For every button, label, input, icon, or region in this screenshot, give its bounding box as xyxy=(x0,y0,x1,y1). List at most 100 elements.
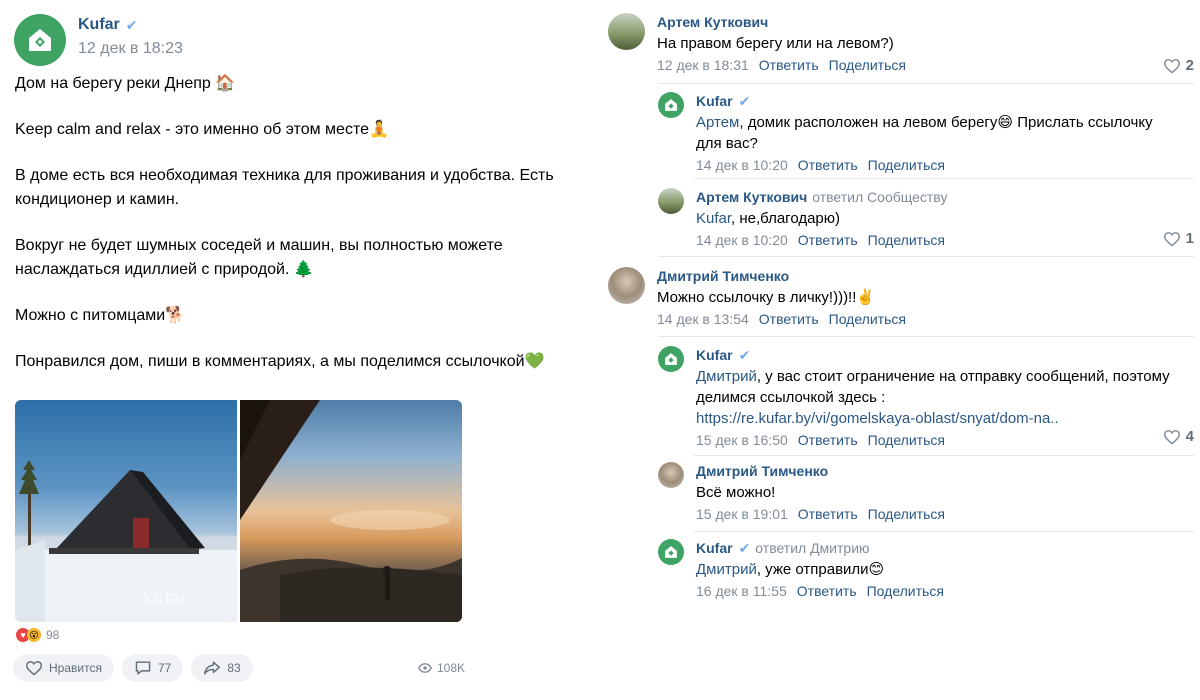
comment-likes-count: 2 xyxy=(1185,57,1194,74)
comment-divider xyxy=(694,455,1194,456)
post-date[interactable]: 12 дек в 18:23 xyxy=(78,40,183,58)
comment-divider xyxy=(658,256,1194,257)
comment-author[interactable]: Дмитрий Тимченко xyxy=(657,267,789,285)
share-link[interactable]: Поделиться xyxy=(829,311,906,327)
comment-text: Дмитрий, у вас стоит ограничение на отпр… xyxy=(696,366,1176,429)
a-frame-house-illustration xyxy=(15,460,237,622)
comment-text-body: , не,благодарю) xyxy=(731,210,841,227)
kufar-avatar[interactable] xyxy=(658,539,684,565)
comment-date[interactable]: 15 дек в 19:01 xyxy=(696,506,788,522)
comment-button[interactable]: 77 xyxy=(121,654,184,682)
avatar[interactable] xyxy=(658,462,684,488)
comment-like-button[interactable]: 1 xyxy=(1163,230,1194,247)
share-link[interactable]: Поделиться xyxy=(829,57,906,73)
comment-text: Kufar, не,благодарю) xyxy=(696,208,947,229)
reply-link[interactable]: Ответить xyxy=(759,311,819,327)
comment-likes-count: 4 xyxy=(1185,428,1194,445)
heart-icon xyxy=(1163,231,1180,246)
post-paragraph: В доме есть вся необходимая техника для … xyxy=(15,167,554,208)
share-link[interactable]: Поделиться xyxy=(868,506,945,522)
kufar-house-logo-icon xyxy=(665,353,677,365)
avatar[interactable] xyxy=(608,13,645,50)
comments-count: 77 xyxy=(157,661,172,675)
post-paragraph: Keep calm and relax - это именно об этом… xyxy=(15,121,389,138)
verified-check-icon: ✔ xyxy=(738,540,751,556)
comment-reply: Kufar ✔ Дмитрий, у вас стоит ограничение … xyxy=(658,346,1176,448)
share-button[interactable]: 83 xyxy=(191,654,253,682)
mention-link[interactable]: Артем xyxy=(696,114,739,131)
comment-like-button[interactable]: 2 xyxy=(1163,57,1194,74)
post-paragraph: Дом на берегу реки Днепр 🏠 xyxy=(15,75,236,92)
photo-gallery: kufar xyxy=(15,400,462,622)
kufar-avatar[interactable] xyxy=(658,346,684,372)
kufar-house-logo-icon xyxy=(29,29,51,51)
comment-date[interactable]: 14 дек в 10:20 xyxy=(696,232,788,248)
reply-link[interactable]: Ответить xyxy=(798,157,858,173)
comment-reply: Артем Куткович ответил Сообществу Kufar, … xyxy=(658,188,947,248)
heart-icon xyxy=(1163,58,1180,73)
like-button[interactable]: Нравится xyxy=(13,654,114,682)
comment: Дмитрий Тимченко Можно ссылочку в личку!… xyxy=(608,267,906,327)
comment-author[interactable]: Артем Куткович xyxy=(696,188,807,206)
comment-date[interactable]: 14 дек в 10:20 xyxy=(696,157,788,173)
comment-author[interactable]: Kufar xyxy=(696,539,733,557)
post-header: Kufar ✔ 12 дек в 18:23 xyxy=(14,14,183,66)
kufar-house-logo-icon xyxy=(665,99,677,111)
avatar[interactable] xyxy=(658,188,684,214)
post-author-name[interactable]: Kufar xyxy=(78,16,120,34)
replied-to-label[interactable]: ответил Сообществу xyxy=(812,188,947,206)
share-arrow-icon xyxy=(204,661,221,675)
reply-link[interactable]: Ответить xyxy=(798,432,858,448)
comment-like-button[interactable]: 4 xyxy=(1163,428,1194,445)
verified-check-icon: ✔ xyxy=(738,347,751,363)
comment-text: На правом берегу или на левом?) xyxy=(657,35,894,52)
comment-divider xyxy=(658,336,1194,337)
verified-check-icon: ✔ xyxy=(738,93,751,109)
kufar-avatar[interactable] xyxy=(14,14,66,66)
comment-text-body: , уже отправили😊 xyxy=(756,561,885,578)
share-link[interactable]: Поделиться xyxy=(868,232,945,248)
comment-author[interactable]: Kufar xyxy=(696,92,733,110)
reply-link[interactable]: Ответить xyxy=(797,583,857,599)
comment-text-body: , у вас стоит ограничение на отправку со… xyxy=(696,368,1170,406)
eye-icon xyxy=(418,663,432,673)
comment: Артем Куткович На правом берегу или на л… xyxy=(608,13,906,73)
comment-author[interactable]: Kufar xyxy=(696,346,733,364)
share-link[interactable]: Поделиться xyxy=(868,432,945,448)
reply-link[interactable]: Ответить xyxy=(798,506,858,522)
comment-date[interactable]: 12 дек в 18:31 xyxy=(657,57,749,73)
reply-link[interactable]: Ответить xyxy=(759,57,819,73)
comment-date[interactable]: 15 дек в 16:50 xyxy=(696,432,788,448)
comment-author[interactable]: Дмитрий Тимченко xyxy=(696,462,828,480)
comment-text-body: , домик расположен на левом берегу😄 Прис… xyxy=(696,114,1153,152)
comment-reply: Дмитрий Тимченко Всё можно! 15 дек в 19:… xyxy=(658,462,945,522)
avatar[interactable] xyxy=(608,267,645,304)
comment-author[interactable]: Артем Куткович xyxy=(657,13,768,31)
replied-to-label[interactable]: ответил Дмитрию xyxy=(755,539,869,557)
mention-link[interactable]: Дмитрий xyxy=(696,368,757,385)
reactions-count: 98 xyxy=(46,628,60,642)
post-paragraph: Вокруг не будет шумных соседей и машин, … xyxy=(15,237,503,278)
share-link[interactable]: Поделиться xyxy=(868,157,945,173)
photo-sunset-view[interactable] xyxy=(240,400,462,622)
reply-link[interactable]: Ответить xyxy=(798,232,858,248)
share-link[interactable]: Поделиться xyxy=(867,583,944,599)
photo-a-frame-house[interactable]: kufar xyxy=(15,400,237,622)
comment-text: Можно ссылочку в личку!)))!!✌️ xyxy=(657,289,876,306)
listing-link[interactable]: https://re.kufar.by/vi/gomelskaya-oblast… xyxy=(696,410,1059,427)
post-author[interactable]: Kufar ✔ xyxy=(78,16,183,34)
post-actions: Нравится 77 83 xyxy=(13,654,261,682)
mention-link[interactable]: Kufar xyxy=(696,210,731,227)
kufar-avatar[interactable] xyxy=(658,92,684,118)
comment-icon xyxy=(135,661,151,675)
comment-divider xyxy=(658,83,1194,84)
post-paragraph: Можно с питомцами🐕 xyxy=(15,307,186,324)
comment-divider xyxy=(694,178,1194,179)
comment-date[interactable]: 16 дек в 11:55 xyxy=(696,583,787,599)
verified-check-icon: ✔ xyxy=(125,16,138,33)
comment-date[interactable]: 14 дек в 13:54 xyxy=(657,311,749,327)
post-text: Дом на берегу реки Днепр 🏠 Keep calm and… xyxy=(15,72,575,396)
mention-link[interactable]: Дмитрий xyxy=(696,561,757,578)
comment-text: Дмитрий, уже отправили😊 xyxy=(696,559,944,580)
reactions-summary[interactable]: ♥ 😮 98 xyxy=(16,628,59,642)
